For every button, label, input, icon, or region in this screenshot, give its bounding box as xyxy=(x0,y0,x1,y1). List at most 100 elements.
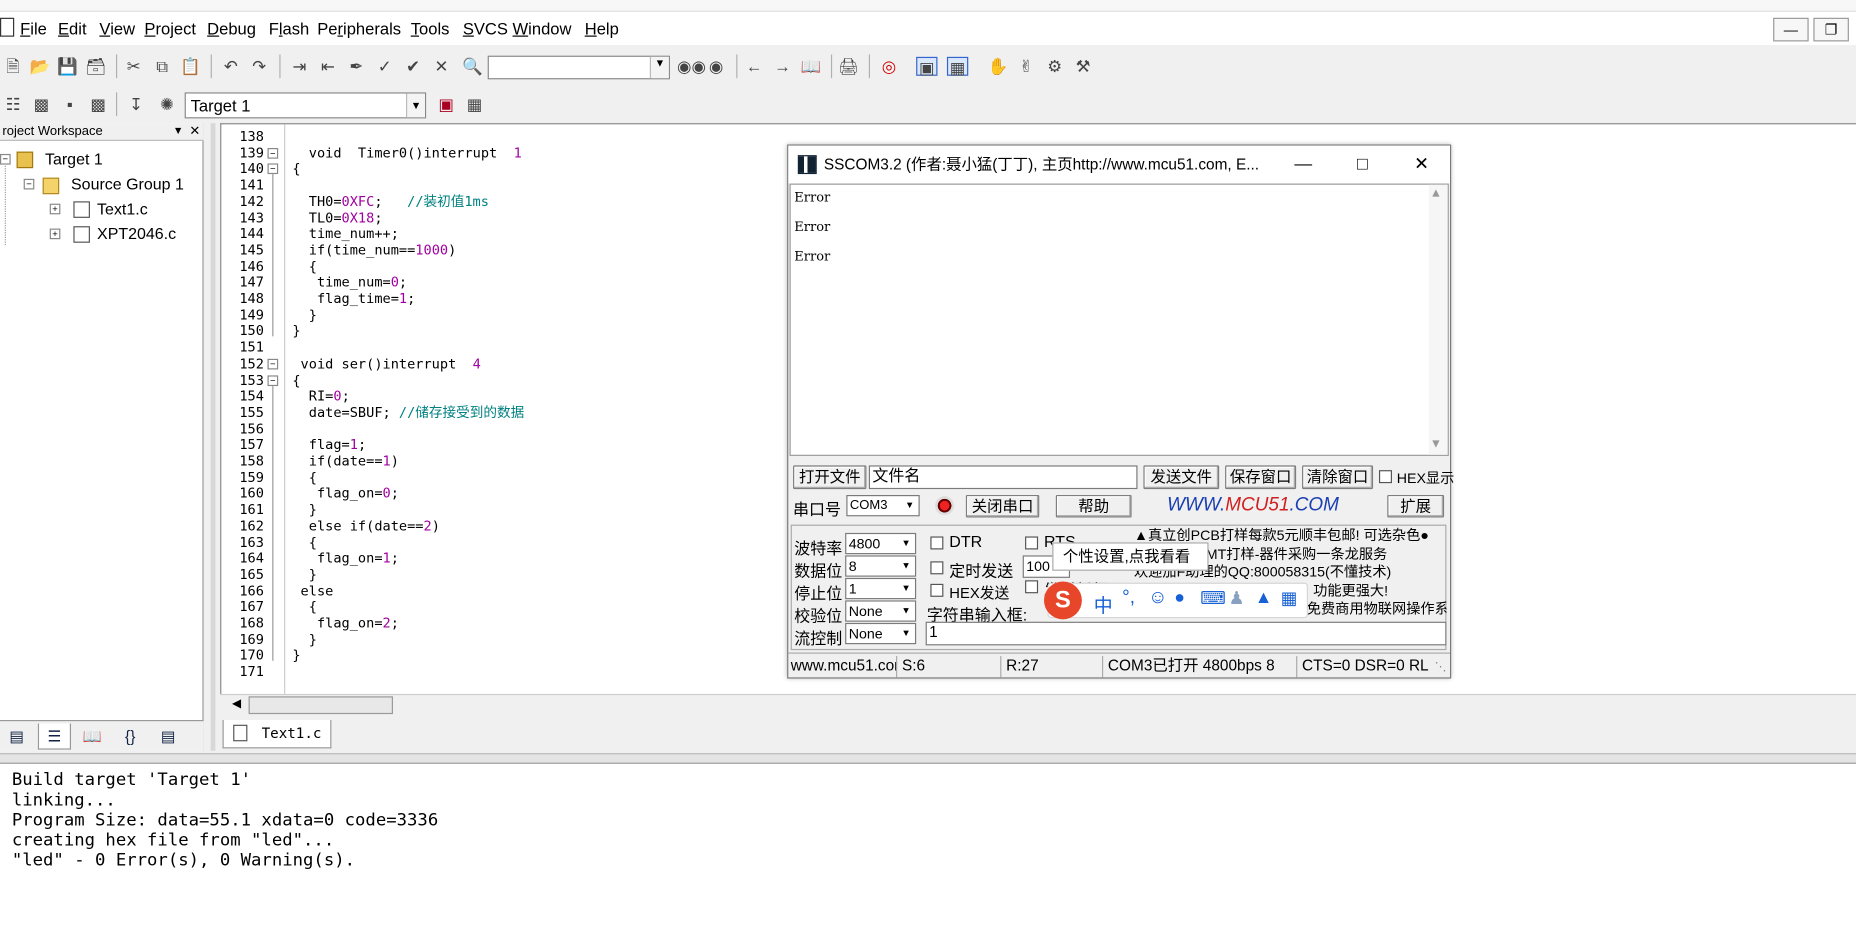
tree-item-target[interactable]: Target 1 xyxy=(45,150,103,168)
nav-back-icon[interactable]: ← xyxy=(743,57,764,76)
configure-icon[interactable]: ⚙ xyxy=(1044,57,1065,76)
chevron-down-icon[interactable]: ▼ xyxy=(901,496,919,515)
menu-svcs[interactable]: SVCS xyxy=(463,19,508,38)
timed-send-checkbox[interactable] xyxy=(930,561,944,575)
chevron-down-icon[interactable]: ▼ xyxy=(405,93,425,118)
menu-debug[interactable]: Debug xyxy=(207,19,256,38)
save-window-button[interactable]: 保存窗口 xyxy=(1225,465,1297,490)
find-next-icon[interactable]: ◉ xyxy=(705,57,726,76)
file-name-input[interactable]: 文件名 xyxy=(868,465,1138,490)
scroll-left-icon[interactable]: ◀ xyxy=(232,697,241,710)
menu-peripherals[interactable]: Peripherals xyxy=(317,19,401,38)
menu-flash[interactable]: Flash xyxy=(269,19,310,38)
skin-icon[interactable]: ▲ xyxy=(1255,587,1273,607)
restore-button[interactable]: ❐ xyxy=(1813,17,1849,42)
tree-item-xpt2046[interactable]: XPT2046.c xyxy=(97,225,176,243)
new-file-icon[interactable]: 🗎 xyxy=(2,57,23,76)
close-icon[interactable]: ✕ xyxy=(189,123,200,138)
dtr-checkbox[interactable] xyxy=(930,536,944,550)
source-browser-icon[interactable]: 📖 xyxy=(800,57,821,76)
window-layout-alt-icon[interactable]: ▦ xyxy=(946,56,969,77)
user-icon[interactable]: ♟ xyxy=(1229,587,1245,609)
build-output-panel[interactable]: Build target 'Target 1' linking... Program… xyxy=(0,762,1856,945)
menu-view[interactable]: View xyxy=(99,19,135,38)
paste-icon[interactable]: 📋 xyxy=(180,57,201,76)
send-string-input[interactable]: 1 xyxy=(925,621,1447,646)
rebuild-icon[interactable]: ▪ xyxy=(59,95,80,114)
minimize-icon[interactable]: — xyxy=(1276,146,1330,184)
keyboard-icon[interactable]: ⌨ xyxy=(1200,587,1226,609)
rts-checkbox[interactable] xyxy=(1025,536,1039,550)
close-port-button[interactable]: 关闭串口 xyxy=(965,494,1040,518)
translate-icon[interactable]: ☷ xyxy=(2,95,23,114)
pin-icon[interactable]: ▼ xyxy=(173,124,184,136)
hex-display-checkbox[interactable] xyxy=(1378,470,1392,484)
open-folder-icon[interactable]: 📂 xyxy=(30,57,51,76)
books-tab-icon[interactable]: 📖 xyxy=(76,724,109,750)
bookmark-icon[interactable]: ✒ xyxy=(346,57,367,76)
output-splitter[interactable] xyxy=(0,753,1856,763)
menu-window[interactable]: Window xyxy=(513,19,572,38)
debug-session-icon[interactable]: ◎ xyxy=(878,57,899,76)
send-file-button[interactable]: 发送文件 xyxy=(1143,465,1220,490)
regs-tab-icon[interactable]: ☰ xyxy=(37,723,72,750)
tree-item-text1[interactable]: Text1.c xyxy=(97,200,148,218)
collapse-icon[interactable]: − xyxy=(23,178,35,190)
stop-bits-select[interactable]: 1 ▼ xyxy=(845,577,917,600)
find-in-files-icon[interactable]: 🔍 xyxy=(462,57,483,76)
menu-project[interactable]: Project xyxy=(144,19,196,38)
stop-build-icon[interactable]: ▩ xyxy=(88,95,109,114)
print-icon[interactable]: 🖨 xyxy=(838,57,859,76)
target-select[interactable]: Target 1 ▼ xyxy=(184,92,427,119)
open-file-button[interactable]: 打开文件 xyxy=(793,465,867,490)
templates-tab-icon[interactable]: ▤ xyxy=(152,724,185,750)
hex-send-checkbox[interactable] xyxy=(930,583,944,597)
receive-scrollbar[interactable]: ▲ ▼ xyxy=(1428,184,1448,455)
bookmark-clear-icon[interactable]: ✕ xyxy=(431,57,452,76)
menu-edit[interactable]: Edit xyxy=(58,19,87,38)
scroll-down-icon[interactable]: ▼ xyxy=(1432,438,1439,449)
maximize-icon[interactable]: □ xyxy=(1335,146,1389,184)
build-icon[interactable]: ▩ xyxy=(31,95,52,114)
tree-item-source-group[interactable]: Source Group 1 xyxy=(71,175,184,193)
components-icon[interactable]: ▣ xyxy=(436,95,457,114)
minimize-button[interactable]: — xyxy=(1773,17,1809,42)
download-icon[interactable]: ↧ xyxy=(125,95,146,114)
files-tab-icon[interactable]: ▤ xyxy=(0,724,33,750)
expand-icon[interactable]: + xyxy=(49,203,61,215)
scroll-thumb[interactable] xyxy=(248,696,393,715)
manage-icon[interactable]: ▦ xyxy=(464,95,485,114)
copy-icon[interactable]: ⧉ xyxy=(152,57,173,76)
unindent-icon[interactable]: ⇤ xyxy=(317,57,338,76)
punctuation-icon[interactable]: °, xyxy=(1122,587,1135,608)
ime-toolbar[interactable]: S 中 °, ☺ ● ⌨ ♟ ▲ ▦ xyxy=(1043,581,1308,620)
chevron-down-icon[interactable]: ▼ xyxy=(897,534,915,553)
undo-icon[interactable]: ↶ xyxy=(220,57,241,76)
editor-tab-text1[interactable]: Text1.c xyxy=(222,719,332,749)
chevron-down-icon[interactable]: ▼ xyxy=(897,602,915,621)
help-button[interactable]: 帮助 xyxy=(1055,494,1132,518)
tools-icon[interactable]: ⚒ xyxy=(1072,57,1093,76)
nav-forward-icon[interactable]: → xyxy=(772,57,793,76)
hand-tool-icon[interactable]: ✌ xyxy=(1016,57,1037,76)
resize-grip-icon[interactable]: ⋱ xyxy=(1435,661,1447,674)
collapse-icon[interactable]: − xyxy=(0,153,11,165)
find-combo[interactable]: ▼ xyxy=(487,55,670,80)
chevron-down-icon[interactable]: ▼ xyxy=(649,56,669,79)
bookmark-next-icon[interactable]: ✔ xyxy=(402,57,423,76)
target-options-icon[interactable]: ✺ xyxy=(156,95,177,114)
window-layout-icon[interactable]: ▣ xyxy=(916,56,938,77)
port-select[interactable]: COM3 ▼ xyxy=(846,494,920,517)
flow-control-select[interactable]: None ▼ xyxy=(845,622,917,645)
menu-help[interactable]: Help xyxy=(585,19,619,38)
mcu51-logo[interactable]: WWW.MCU51.COM xyxy=(1167,495,1339,516)
save-icon[interactable]: 💾 xyxy=(57,57,78,76)
emoji-icon[interactable]: ☺ xyxy=(1148,587,1167,608)
menu-file[interactable]: File xyxy=(20,19,47,38)
expand-icon[interactable]: + xyxy=(49,228,61,240)
scroll-up-icon[interactable]: ▲ xyxy=(1432,187,1439,198)
panel-splitter[interactable] xyxy=(210,123,216,751)
chevron-down-icon[interactable]: ▼ xyxy=(897,579,915,598)
status-website[interactable]: www.mcu51.com xyxy=(788,656,898,678)
close-icon[interactable]: ✕ xyxy=(1394,146,1448,184)
